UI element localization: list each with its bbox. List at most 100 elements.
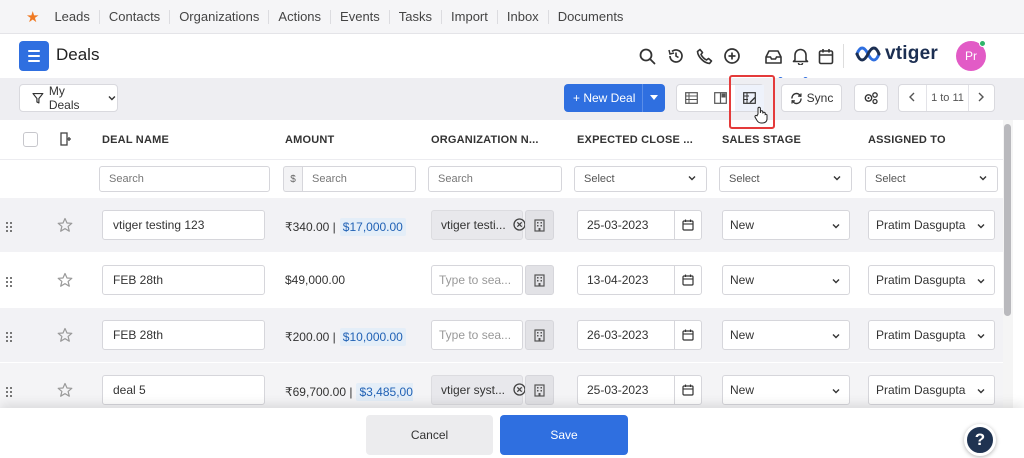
close-date-value: 26-03-2023: [587, 328, 649, 342]
chevron-left-icon[interactable]: [907, 91, 917, 106]
amount-search[interactable]: Search: [302, 166, 416, 192]
nav-import[interactable]: Import: [442, 9, 498, 24]
nav-contacts[interactable]: Contacts: [100, 9, 171, 24]
chevron-down-icon: [832, 334, 840, 339]
organization-lookup-button[interactable]: [525, 265, 554, 295]
close-date-field[interactable]: 25-03-2023: [577, 375, 702, 405]
nav-documents[interactable]: Documents: [549, 9, 633, 24]
list-toolbar: My Deals + New Deal Sync 1 to 11: [0, 78, 1024, 120]
assigned-to-field[interactable]: Pratim Dasgupta: [868, 265, 995, 295]
assigned-to-field[interactable]: Pratim Dasgupta: [868, 375, 995, 405]
phone-icon[interactable]: [694, 46, 714, 66]
column-expected-close[interactable]: EXPECTED CLOSE ...: [577, 134, 693, 146]
history-icon[interactable]: [666, 46, 686, 66]
building-icon: [534, 218, 545, 232]
assigned-to-field[interactable]: Pratim Dasgupta: [868, 320, 995, 350]
search-icon[interactable]: [637, 46, 657, 66]
deal-name-field[interactable]: FEB 28th: [102, 265, 265, 295]
calendar-icon[interactable]: [674, 211, 701, 239]
column-settings-icon[interactable]: [60, 132, 72, 150]
organization-field[interactable]: Type to sea...: [431, 265, 523, 295]
calendar-icon[interactable]: [816, 46, 836, 66]
new-deal-button[interactable]: + New Deal: [564, 84, 665, 112]
sales-stage-field[interactable]: New: [722, 320, 850, 350]
star-icon[interactable]: [57, 272, 73, 291]
chevron-right-icon[interactable]: [976, 91, 986, 106]
organization-field[interactable]: vtiger testi...: [431, 210, 523, 240]
organization-lookup-button[interactable]: [525, 320, 554, 350]
column-assigned-to[interactable]: ASSIGNED TO: [868, 134, 946, 146]
help-button[interactable]: ?: [964, 424, 996, 456]
star-icon[interactable]: [57, 217, 73, 236]
favorites-star-icon[interactable]: ★: [26, 8, 39, 26]
drag-handle-icon[interactable]: [6, 220, 12, 235]
new-deal-caret-icon[interactable]: [642, 84, 665, 112]
close-date-value: 13-04-2023: [587, 273, 649, 287]
drag-handle-icon[interactable]: [6, 275, 12, 290]
deal-name-search[interactable]: Search: [99, 166, 270, 192]
assigned-to-field[interactable]: Pratim Dasgupta: [868, 210, 995, 240]
deal-name-field[interactable]: FEB 28th: [102, 320, 265, 350]
nav-events[interactable]: Events: [331, 9, 390, 24]
converted-amount: $10,000.00: [339, 328, 406, 346]
close-date-field[interactable]: 13-04-2023: [577, 265, 702, 295]
list-view-icon[interactable]: [677, 85, 706, 111]
amount-text: ₹340.00 |: [285, 220, 336, 234]
bell-icon[interactable]: [790, 46, 810, 66]
filter-dropdown[interactable]: My Deals: [19, 84, 118, 112]
settings-gears-button[interactable]: [854, 84, 888, 112]
organization-field[interactable]: Type to sea...: [431, 320, 523, 350]
column-deal-name[interactable]: DEAL NAME: [102, 134, 169, 146]
nav-actions[interactable]: Actions: [269, 9, 332, 24]
form-footer: Cancel Save: [0, 408, 1024, 458]
column-sales-stage[interactable]: SALES STAGE: [722, 134, 801, 146]
calendar-icon[interactable]: [674, 266, 701, 294]
column-organization[interactable]: ORGANIZATION N...: [431, 134, 539, 146]
nav-inbox[interactable]: Inbox: [498, 9, 549, 24]
sales-stage-select[interactable]: Select: [719, 166, 852, 192]
nav-tasks[interactable]: Tasks: [390, 9, 443, 24]
gears-icon: [864, 92, 878, 105]
sales-stage-field[interactable]: New: [722, 210, 850, 240]
close-date-field[interactable]: 26-03-2023: [577, 320, 702, 350]
highlight-box: [729, 75, 775, 129]
building-icon: [534, 328, 545, 342]
organization-field[interactable]: vtiger syst...: [431, 375, 523, 405]
deal-name-field[interactable]: deal 5: [102, 375, 265, 405]
drag-handle-icon[interactable]: [6, 330, 12, 345]
drag-handle-icon[interactable]: [6, 385, 12, 400]
add-circle-icon[interactable]: [722, 46, 742, 66]
amount-value: ₹340.00 | $17,000.00: [285, 218, 406, 236]
chevron-down-icon: [832, 389, 840, 394]
sales-stage-field[interactable]: New: [722, 265, 850, 295]
deal-name-field[interactable]: vtiger testing 123: [102, 210, 265, 240]
calendar-icon[interactable]: [674, 376, 701, 404]
column-amount[interactable]: AMOUNT: [285, 134, 334, 146]
close-date-field[interactable]: 25-03-2023: [577, 210, 702, 240]
converted-amount: $17,000.00: [339, 218, 406, 236]
organization-lookup-button[interactable]: [525, 375, 554, 405]
assigned-to-select[interactable]: Select: [865, 166, 998, 192]
select-all-checkbox[interactable]: [23, 132, 38, 147]
star-icon[interactable]: [57, 327, 73, 346]
menu-button[interactable]: [19, 41, 49, 71]
inbox-icon[interactable]: [763, 46, 783, 66]
cancel-button[interactable]: Cancel: [366, 415, 493, 455]
organization-lookup-button[interactable]: [525, 210, 554, 240]
scrollbar-thumb[interactable]: [1004, 124, 1011, 316]
save-button[interactable]: Save: [500, 415, 628, 455]
chevron-down-icon: [979, 176, 987, 181]
vtiger-logo[interactable]: vtiger: [855, 43, 938, 65]
sales-stage-field[interactable]: New: [722, 375, 850, 405]
sync-button[interactable]: Sync: [781, 84, 842, 112]
amount-value: $49,000.00: [285, 273, 345, 287]
nav-leads[interactable]: Leads: [45, 9, 100, 24]
amount-text: ₹200.00 |: [285, 330, 336, 344]
star-icon[interactable]: [57, 382, 73, 401]
organization-search[interactable]: Search: [428, 166, 562, 192]
nav-organizations[interactable]: Organizations: [170, 9, 270, 24]
calendar-icon[interactable]: [674, 321, 701, 349]
close-date-select[interactable]: Select: [574, 166, 707, 192]
table-row: vtiger testing 123 ₹340.00 | $17,000.00 …: [0, 198, 1003, 252]
filter-icon: [32, 92, 44, 104]
